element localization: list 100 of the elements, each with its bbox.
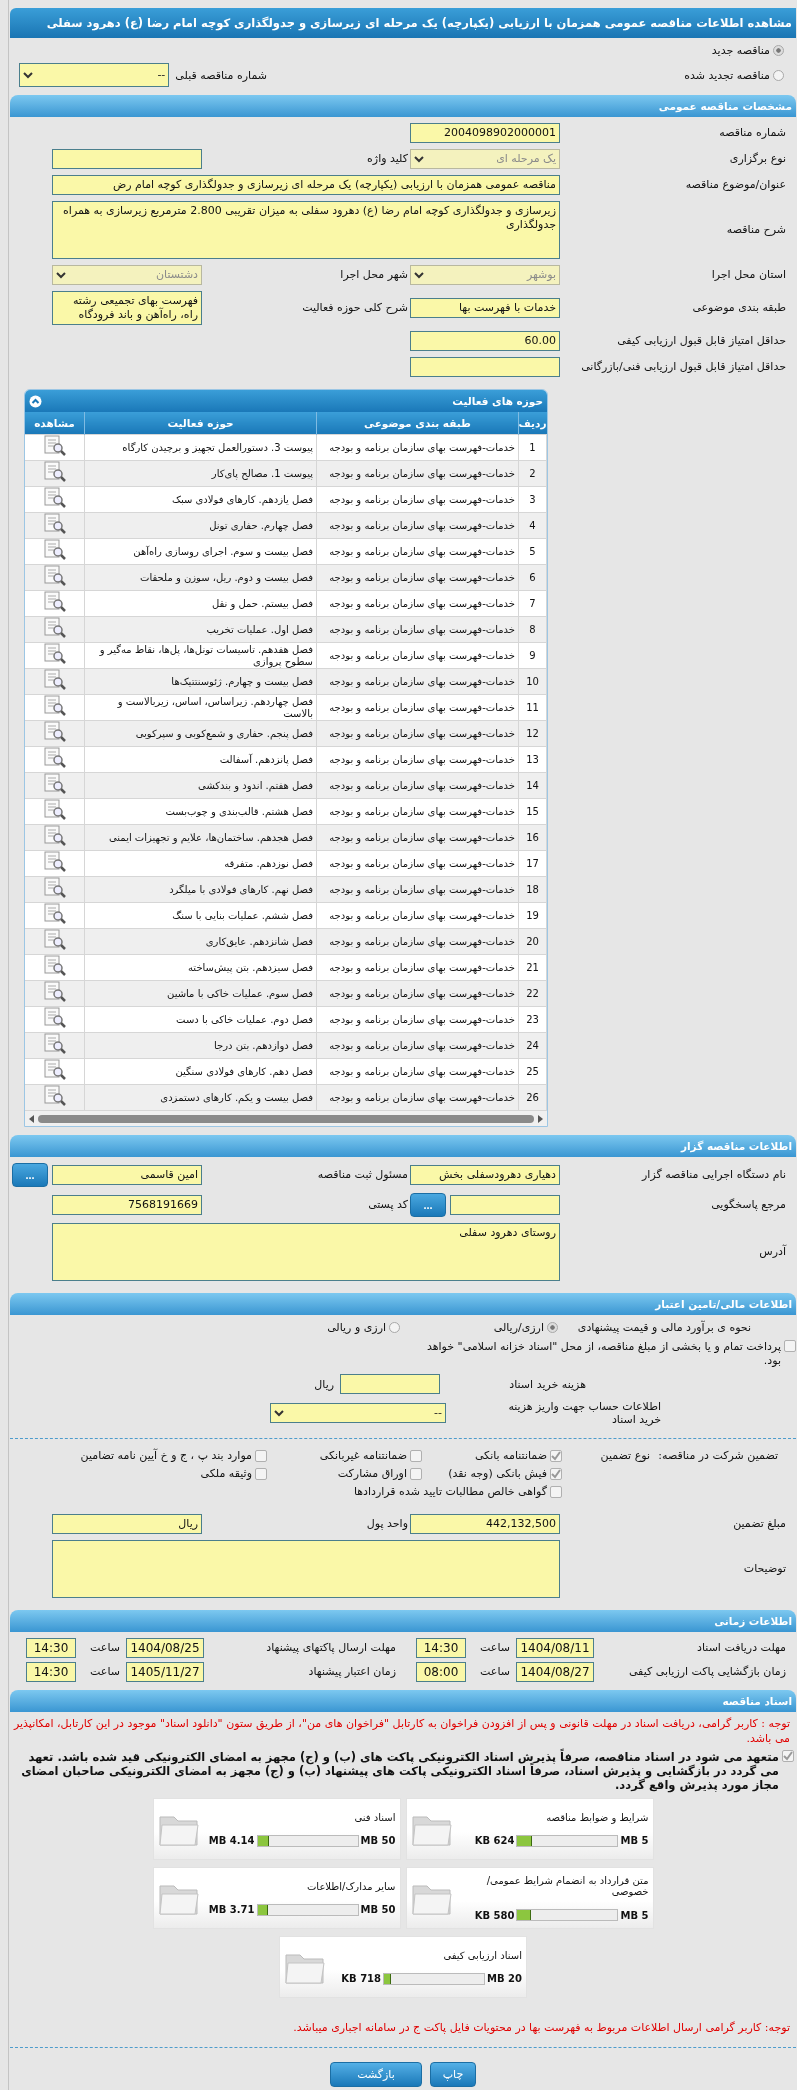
document-search-icon[interactable] bbox=[42, 1007, 67, 1029]
input-field[interactable]: امین قاسمی bbox=[52, 1165, 202, 1185]
table-cell: فصل شانزدهم. عایق‌کاری bbox=[84, 928, 317, 955]
time-field[interactable]: 08:00 bbox=[416, 1662, 466, 1682]
time-field[interactable]: 14:30 bbox=[416, 1638, 466, 1658]
table-cell: 26 bbox=[518, 1084, 547, 1111]
date-field[interactable]: 1404/08/11 bbox=[516, 1638, 594, 1658]
collapse-icon[interactable] bbox=[29, 394, 42, 408]
document-search-icon[interactable] bbox=[42, 695, 67, 717]
radio-button[interactable] bbox=[773, 69, 784, 81]
text-area[interactable]: زیرسازی و جدولگذاری کوچه امام رضا (ع) دهرود سفلی به میزان تقریبی 2.800 مترمربع زیرسازی به همراه جدولگذاری bbox=[52, 201, 560, 259]
document-search-icon[interactable] bbox=[42, 669, 67, 691]
table-title: حوزه های فعالیت bbox=[452, 395, 543, 407]
table-cell: فصل چهارم. حفاری تونل bbox=[84, 512, 317, 539]
date-field[interactable]: 1405/11/27 bbox=[126, 1662, 204, 1682]
document-search-icon[interactable] bbox=[42, 929, 67, 951]
table-cell: فصل هفتم. اندود و بندکشی bbox=[84, 772, 317, 799]
checkbox[interactable] bbox=[255, 1449, 267, 1462]
document-search-icon[interactable] bbox=[42, 747, 67, 769]
document-search-icon[interactable] bbox=[42, 617, 67, 639]
checkbox[interactable] bbox=[550, 1485, 562, 1498]
table-cell: 3 bbox=[518, 486, 547, 513]
document-search-icon[interactable] bbox=[42, 825, 67, 847]
document-search-icon[interactable] bbox=[42, 487, 67, 509]
field-label: هزینه خرید اسناد bbox=[508, 1377, 586, 1391]
checkbox[interactable] bbox=[255, 1467, 267, 1480]
table-cell: فصل بیستم. حمل و نقل bbox=[84, 590, 317, 617]
browse-button[interactable]: ... bbox=[410, 1193, 446, 1217]
table-cell: خدمات-فهرست بهای سازمان برنامه و بودجه bbox=[316, 564, 519, 591]
document-search-icon[interactable] bbox=[42, 903, 67, 925]
table-cell: 2 bbox=[518, 460, 547, 487]
document-search-icon[interactable] bbox=[42, 981, 67, 1003]
document-search-icon[interactable] bbox=[42, 721, 67, 743]
table-cell: خدمات-فهرست بهای سازمان برنامه و بودجه bbox=[316, 850, 519, 877]
checkbox[interactable] bbox=[782, 1750, 794, 1762]
input-field[interactable]: دهیاری دهرودسفلی بخش bbox=[410, 1165, 560, 1185]
text-area[interactable] bbox=[52, 1540, 560, 1598]
checkbox[interactable] bbox=[410, 1467, 422, 1480]
document-search-icon[interactable] bbox=[42, 513, 67, 535]
browse-button[interactable]: ... bbox=[12, 1163, 48, 1187]
input-field[interactable] bbox=[450, 1195, 560, 1215]
file-size: 3.71 MB bbox=[208, 1904, 255, 1915]
document-search-icon[interactable] bbox=[42, 955, 67, 977]
checkbox[interactable] bbox=[550, 1467, 562, 1480]
input-field[interactable]: مناقصه عمومی همزمان با ارزیابی (یکپارچه) یک مرحله ای زیرسازی و جدولگذاری کوچه امام رض bbox=[52, 175, 560, 195]
checkbox[interactable] bbox=[410, 1449, 422, 1462]
checkbox[interactable] bbox=[550, 1449, 562, 1462]
input-field[interactable]: 60.00 bbox=[410, 331, 560, 351]
select-field[interactable]: -- bbox=[19, 63, 170, 87]
back-button[interactable]: بازگشت bbox=[330, 2062, 422, 2087]
select-field[interactable]: -- bbox=[270, 1403, 446, 1423]
field-label: ساعت bbox=[89, 1665, 121, 1679]
document-search-icon[interactable] bbox=[42, 591, 67, 613]
document-search-icon[interactable] bbox=[42, 1085, 67, 1107]
input-field[interactable]: ریال bbox=[52, 1514, 202, 1534]
field-label: ساعت bbox=[89, 1641, 121, 1655]
input-field[interactable]: خدمات با فهرست بها bbox=[410, 298, 560, 318]
table-cell: فصل بیست و یکم. کارهای دستمزدی bbox=[84, 1084, 317, 1111]
document-search-icon[interactable] bbox=[42, 851, 67, 873]
table-cell: فصل پنجم. حفاری و شمع‌کوبی و سپرکوبی bbox=[84, 720, 317, 747]
page-title: مشاهده اطلاعات مناقصه عمومی همزمان با ارزیابی (یکپارچه) یک مرحله ای زیرسازی و جدولگذاری کوچه امام رضا (ع) دهرود سفلی bbox=[10, 8, 796, 38]
checkbox-label: ضمانتنامه غیربانکی bbox=[319, 1449, 407, 1462]
document-search-icon[interactable] bbox=[42, 773, 67, 795]
field-label: شهر محل اجرا bbox=[339, 268, 409, 282]
input-field[interactable] bbox=[52, 149, 202, 169]
field-label: طبقه بندی موضوعی bbox=[691, 301, 787, 315]
field-label: مهلت دریافت اسناد bbox=[696, 1641, 787, 1655]
radio-button[interactable] bbox=[547, 1322, 558, 1333]
text-area[interactable]: فهرست بهای تجمیعی رشته راه، راه‌آهن و باند فرودگاه bbox=[52, 291, 202, 325]
date-field[interactable]: 1404/08/25 bbox=[126, 1638, 204, 1658]
input-field[interactable]: 442,132,500 bbox=[410, 1514, 560, 1534]
radio-button[interactable] bbox=[773, 45, 784, 56]
input-field[interactable] bbox=[340, 1374, 440, 1394]
radio-label: ارزی/ریالی bbox=[493, 1321, 544, 1334]
document-search-icon[interactable] bbox=[42, 539, 67, 561]
document-search-icon[interactable] bbox=[42, 435, 67, 457]
table-cell: 20 bbox=[518, 928, 547, 955]
section-header: اطلاعات مناقصه گزار bbox=[10, 1135, 796, 1157]
time-field[interactable]: 14:30 bbox=[26, 1662, 76, 1682]
document-search-icon[interactable] bbox=[42, 1033, 67, 1055]
field-label: آدرس bbox=[758, 1245, 788, 1259]
date-field[interactable]: 1404/08/27 bbox=[516, 1662, 594, 1682]
table-cell: 21 bbox=[518, 954, 547, 981]
input-field[interactable] bbox=[410, 357, 560, 377]
document-search-icon[interactable] bbox=[42, 799, 67, 821]
checkbox[interactable] bbox=[784, 1340, 796, 1352]
time-field[interactable]: 14:30 bbox=[26, 1638, 76, 1658]
radio-button[interactable] bbox=[389, 1322, 400, 1333]
horizontal-scrollbar[interactable] bbox=[25, 1111, 547, 1126]
document-search-icon[interactable] bbox=[42, 877, 67, 899]
document-search-icon[interactable] bbox=[42, 565, 67, 587]
text-area[interactable]: روستای دهرود سفلی bbox=[52, 1223, 560, 1281]
input-field[interactable]: 2004098902000001 bbox=[410, 123, 560, 143]
max-size: 50 MB bbox=[360, 1835, 396, 1846]
document-search-icon[interactable] bbox=[42, 461, 67, 483]
table-cell: فصل پانزدهم. آسفالت bbox=[84, 746, 317, 773]
document-search-icon[interactable] bbox=[42, 643, 67, 665]
document-search-icon[interactable] bbox=[42, 1059, 67, 1081]
table-cell: خدمات-فهرست بهای سازمان برنامه و بودجه bbox=[316, 616, 519, 643]
input-field[interactable]: 7568191669 bbox=[52, 1195, 202, 1215]
